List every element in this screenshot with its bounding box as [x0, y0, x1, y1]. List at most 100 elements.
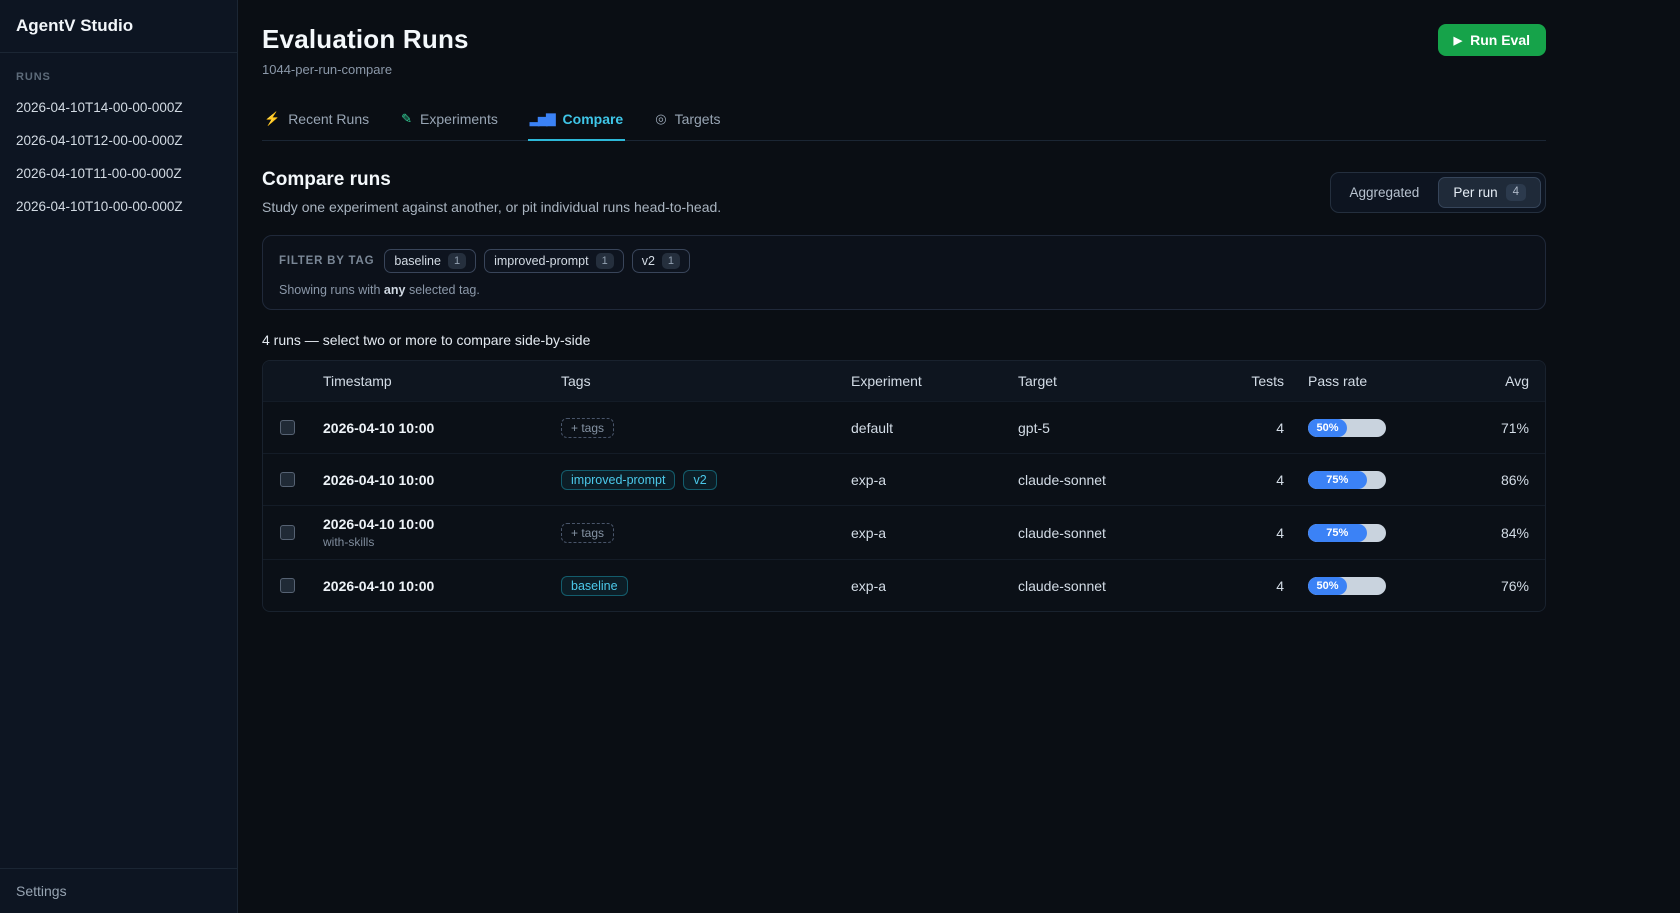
pass-rate-fill: 50% — [1308, 577, 1347, 595]
run-timestamp: 2026-04-10 10:00 — [323, 420, 537, 436]
tests-cell: 4 — [1236, 462, 1296, 498]
pass-rate-bar: 50% — [1308, 419, 1386, 437]
run-sublabel: with-skills — [323, 535, 537, 549]
pass-rate-label: 50% — [1316, 422, 1338, 434]
filter-note-prefix: Showing runs with — [279, 283, 384, 297]
tags-cell: improved-prompt v2 — [549, 460, 839, 500]
compare-description: Study one experiment against another, or… — [262, 199, 721, 215]
filter-tag-name: baseline — [394, 254, 441, 268]
filter-tag-baseline[interactable]: baseline 1 — [384, 249, 476, 273]
filter-note-emphasis: any — [384, 283, 406, 297]
pass-rate-label: 50% — [1316, 580, 1338, 592]
tags-cell: baseline — [549, 566, 839, 606]
sidebar-spacer — [0, 223, 237, 868]
run-eval-label: Run Eval — [1470, 32, 1530, 48]
page-header: Evaluation Runs 1044-per-run-compare ▶ R… — [262, 24, 1546, 77]
tag-chip[interactable]: baseline — [561, 576, 628, 596]
sidebar: AgentV Studio RUNS 2026-04-10T14-00-00-0… — [0, 0, 238, 913]
tab-compare[interactable]: ▂▅▇Compare — [528, 103, 625, 141]
checkbox-cell — [263, 568, 311, 603]
pass-rate-label: 75% — [1326, 474, 1348, 486]
target-cell: gpt-5 — [1006, 410, 1236, 446]
pass-rate-fill: 75% — [1308, 471, 1367, 489]
target-cell: claude-sonnet — [1006, 515, 1236, 551]
column-header-tags: Tags — [549, 363, 839, 399]
runs-table: TimestampTagsExperimentTargetTestsPass r… — [262, 360, 1546, 612]
timestamp-cell: 2026-04-10 10:00 — [311, 410, 549, 446]
tests-cell: 4 — [1236, 410, 1296, 446]
view-toggle-aggregated[interactable]: Aggregated — [1335, 178, 1435, 207]
filter-tag-v2[interactable]: v21 — [632, 249, 690, 273]
target-cell: claude-sonnet — [1006, 462, 1236, 498]
run-timestamp: 2026-04-10 10:00 — [323, 472, 537, 488]
sidebar-run-item[interactable]: 2026-04-10T12-00-00-000Z — [0, 124, 237, 157]
run-eval-button[interactable]: ▶ Run Eval — [1438, 24, 1546, 56]
pass-rate-label: 75% — [1326, 527, 1348, 539]
tests-cell: 4 — [1236, 515, 1296, 551]
pass-rate-cell: 50% — [1296, 567, 1436, 605]
table-row[interactable]: 2026-04-10 10:00improved-promptv2exp-acl… — [263, 453, 1545, 505]
timestamp-cell: 2026-04-10 10:00 with-skills — [311, 506, 549, 559]
filter-tag-count: 1 — [448, 253, 466, 269]
avg-cell: 84% — [1436, 515, 1545, 551]
pass-rate-cell: 75% — [1296, 514, 1436, 552]
settings-link[interactable]: Settings — [0, 868, 237, 913]
tags-cell: + tags — [549, 408, 839, 448]
pencil-icon: ✎ — [401, 111, 412, 127]
sidebar-run-item[interactable]: 2026-04-10T11-00-00-000Z — [0, 157, 237, 190]
add-tags-button[interactable]: + tags — [561, 418, 614, 438]
run-timestamp: 2026-04-10 10:00 — [323, 516, 537, 532]
page-subtitle: 1044-per-run-compare — [262, 62, 469, 77]
checkbox-cell — [263, 515, 311, 550]
view-mode-toggle: Aggregated Per run 4 — [1330, 172, 1547, 213]
filter-panel: FILTER BY TAG baseline1improved-prompt1v… — [262, 235, 1546, 310]
tab-label: Targets — [675, 111, 721, 127]
tab-targets[interactable]: ◎Targets — [653, 103, 722, 141]
row-checkbox[interactable] — [280, 420, 295, 435]
tab-label: Compare — [563, 111, 624, 127]
row-checkbox[interactable] — [280, 578, 295, 593]
filter-tag-count: 1 — [662, 253, 680, 269]
table-row[interactable]: 2026-04-10 10:00baselineexp-aclaude-sonn… — [263, 559, 1545, 611]
row-checkbox[interactable] — [280, 472, 295, 487]
avg-cell: 76% — [1436, 568, 1545, 604]
app-title: AgentV Studio — [0, 0, 237, 53]
compare-section-header: Compare runs Study one experiment agains… — [262, 169, 1546, 215]
run-list: 2026-04-10T14-00-00-000Z2026-04-10T12-00… — [0, 91, 237, 223]
filter-note-suffix: selected tag. — [405, 283, 479, 297]
filter-note: Showing runs with any selected tag. — [279, 283, 1529, 297]
timestamp-cell: 2026-04-10 10:00 — [311, 462, 549, 498]
row-checkbox[interactable] — [280, 525, 295, 540]
checkbox-cell — [263, 410, 311, 445]
view-toggle-per-run[interactable]: Per run 4 — [1438, 177, 1541, 208]
avg-cell: 71% — [1436, 410, 1545, 446]
toggle-option-label: Per run — [1453, 185, 1497, 200]
tab-experiments[interactable]: ✎ Experiments — [399, 103, 500, 141]
sidebar-run-item[interactable]: 2026-04-10T10-00-00-000Z — [0, 190, 237, 223]
play-icon: ▶ — [1454, 34, 1462, 47]
tag-chip[interactable]: v2 — [683, 470, 716, 490]
add-tags-button[interactable]: + tags — [561, 523, 614, 543]
tests-cell: 4 — [1236, 568, 1296, 604]
page-title: Evaluation Runs — [262, 24, 469, 55]
sidebar-run-item[interactable]: 2026-04-10T14-00-00-000Z — [0, 91, 237, 124]
pass-rate-fill: 50% — [1308, 419, 1347, 437]
compare-title: Compare runs — [262, 169, 721, 191]
filter-tag-name: improved-prompt — [494, 254, 588, 268]
column-header-target: Target — [1006, 363, 1236, 399]
tags-cell: + tags — [549, 513, 839, 553]
table-row[interactable]: 2026-04-10 10:00+ tagsdefaultgpt-5450%71… — [263, 401, 1545, 453]
tag-chip[interactable]: improved-prompt — [561, 470, 675, 490]
runs-section-label: RUNS — [0, 53, 237, 91]
tab-recent-runs[interactable]: ⚡Recent Runs — [262, 103, 371, 141]
main-content: Evaluation Runs 1044-per-run-compare ▶ R… — [238, 0, 1680, 913]
column-header-experiment: Experiment — [839, 363, 1006, 399]
toggle-count-badge: 4 — [1506, 184, 1526, 201]
filter-tag-improved-prompt[interactable]: improved-prompt1 — [484, 249, 624, 273]
table-row[interactable]: 2026-04-10 10:00with-skills+ tagsexp-acl… — [263, 505, 1545, 559]
tab-label: Experiments — [420, 111, 498, 127]
checkbox-cell — [263, 462, 311, 497]
runs-summary: 4 runs — select two or more to compare s… — [262, 332, 1546, 348]
pass-rate-bar: 75% — [1308, 524, 1386, 542]
experiment-cell: exp-a — [839, 568, 1006, 604]
